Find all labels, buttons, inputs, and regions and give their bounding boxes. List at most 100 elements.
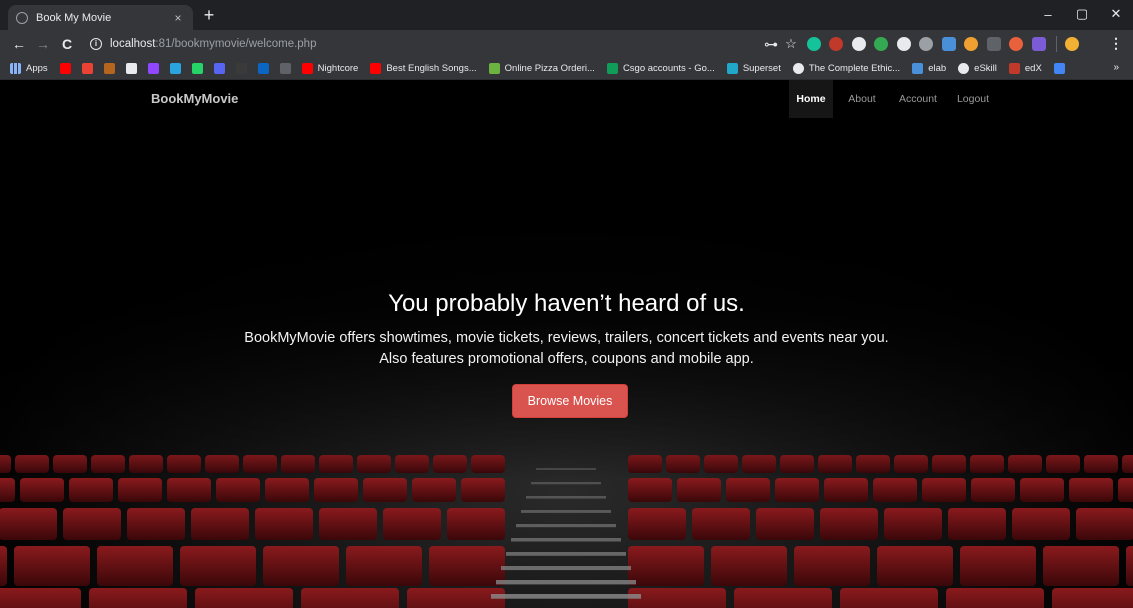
twitch-icon (147, 63, 159, 74)
github-icon (235, 63, 247, 74)
browse-movies-button[interactable]: Browse Movies (512, 384, 628, 418)
bookmark-whatsapp[interactable] (191, 63, 203, 74)
stair-light (516, 524, 616, 528)
bookmark-label: Online Pizza Orderi... (504, 63, 595, 74)
key-icon[interactable]: ⊶ (762, 35, 780, 53)
nav-account[interactable]: Account (893, 80, 943, 118)
nav-home[interactable]: Home (789, 80, 833, 118)
grammarly-icon[interactable] (806, 37, 821, 51)
bookmark-github[interactable] (235, 63, 247, 74)
theater-seat (89, 588, 187, 608)
menu-icon[interactable]: ⋮ (1109, 35, 1123, 52)
pizza-icon (488, 63, 500, 74)
address-bar[interactable]: i localhost :81/bookmymovie/welcome.php (82, 33, 822, 55)
bookmark-item[interactable]: Nightcore (301, 63, 358, 74)
fire-icon[interactable] (1009, 37, 1023, 51)
url-host: localhost (110, 38, 156, 50)
theater-seat (216, 478, 260, 502)
play-icon[interactable] (851, 37, 866, 51)
new-tab-button[interactable]: + (198, 4, 220, 26)
theater-seat (1012, 508, 1070, 540)
elab-icon (912, 63, 924, 74)
bookmarks-more-button[interactable]: » (1113, 62, 1119, 73)
theater-seat (314, 478, 358, 502)
theater-seat (1043, 546, 1119, 586)
tab-close-icon[interactable]: × (171, 11, 185, 25)
bookmark-chrome[interactable] (125, 63, 137, 74)
bookmark-apps[interactable]: Apps (10, 63, 48, 74)
close-window-button[interactable]: ✕ (1099, 0, 1133, 28)
back-button[interactable]: ← (10, 35, 28, 53)
theater-seat (191, 508, 249, 540)
theater-seat (734, 588, 832, 608)
page-viewport: BookMyMovie Home About Account Logout Yo… (0, 80, 1133, 608)
google-icon[interactable] (919, 37, 933, 51)
theater-seat (873, 478, 917, 502)
globe-icon (792, 63, 804, 74)
theater-seat (1069, 478, 1113, 502)
bookmark-youtube[interactable] (59, 63, 71, 74)
bookmark-linkedin[interactable] (257, 63, 269, 74)
theater-seat (775, 478, 819, 502)
youtube-icon (370, 63, 382, 74)
pinwheel-icon[interactable] (964, 37, 978, 51)
maximize-button[interactable]: ▢ (1065, 0, 1099, 28)
bookmark-label: elab (928, 63, 947, 74)
bookmark-twitch[interactable] (147, 63, 159, 74)
minimize-button[interactable]: – (1031, 0, 1065, 28)
theater-seat (118, 478, 162, 502)
theater-seat (877, 546, 953, 586)
telegram-icon (169, 63, 181, 74)
youtube-icon (59, 63, 71, 74)
theater-seat (756, 508, 814, 540)
bookmark-discord[interactable] (213, 63, 225, 74)
bookmark-item[interactable]: Online Pizza Orderi... (488, 63, 595, 74)
bookmark-label: Best English Songs... (386, 63, 477, 74)
bookmark-telegram[interactable] (169, 63, 181, 74)
superset-icon (726, 63, 738, 74)
hero-title: You probably haven’t heard of us. (388, 290, 745, 317)
bookmark-item[interactable] (1053, 63, 1070, 74)
clipboard-icon[interactable] (986, 37, 1001, 51)
notes-icon[interactable] (1031, 37, 1046, 51)
bookmark-codechef[interactable] (103, 63, 115, 74)
bookmark-star-icon[interactable]: ☆ (784, 37, 798, 51)
theater-seat (301, 588, 399, 608)
theater-seat (946, 588, 1044, 608)
theater-seat (447, 508, 505, 540)
theater-seat (69, 478, 113, 502)
theater-seat (794, 546, 870, 586)
theater-seat (167, 478, 211, 502)
bookmark-item[interactable]: Best English Songs... (370, 63, 477, 74)
ublock-icon[interactable] (829, 37, 843, 51)
theater-seat (263, 546, 339, 586)
bookmark-item[interactable]: eSkill (958, 63, 997, 74)
bookmark-gmail[interactable] (81, 63, 93, 74)
translate-icon[interactable] (941, 37, 956, 51)
theater-seat (628, 508, 686, 540)
puzzle-green-icon[interactable] (874, 37, 888, 51)
profile-avatar-icon[interactable] (1065, 37, 1079, 51)
theater-seat (824, 478, 868, 502)
apps-grid-icon (10, 63, 21, 74)
site-brand[interactable]: BookMyMovie (151, 91, 238, 106)
bookmark-item[interactable]: Superset (726, 63, 781, 74)
tab-favicon-icon (16, 11, 28, 24)
theater-seat (14, 546, 90, 586)
browser-tab[interactable]: Book My Movie × (8, 5, 193, 30)
theater-seat (461, 478, 505, 502)
info-icon[interactable]: i (90, 38, 102, 50)
browser-tab-strip: Book My Movie × + – ▢ ✕ (0, 0, 1133, 30)
stair-light (521, 510, 611, 513)
theater-seat (692, 508, 750, 540)
bookmark-item[interactable]: Csgo accounts - Go... (606, 63, 715, 74)
nav-logout[interactable]: Logout (953, 80, 993, 118)
bookmark-item[interactable]: elab (912, 63, 946, 74)
nav-about[interactable]: About (841, 80, 883, 118)
reload-button[interactable]: C (58, 35, 76, 53)
check-icon[interactable] (896, 37, 911, 51)
bookmark-item[interactable]: edX (1008, 63, 1042, 74)
bookmark-item[interactable]: The Complete Ethic... (792, 63, 900, 74)
bookmark-circle[interactable] (279, 63, 291, 74)
forward-button[interactable]: → (34, 35, 52, 53)
